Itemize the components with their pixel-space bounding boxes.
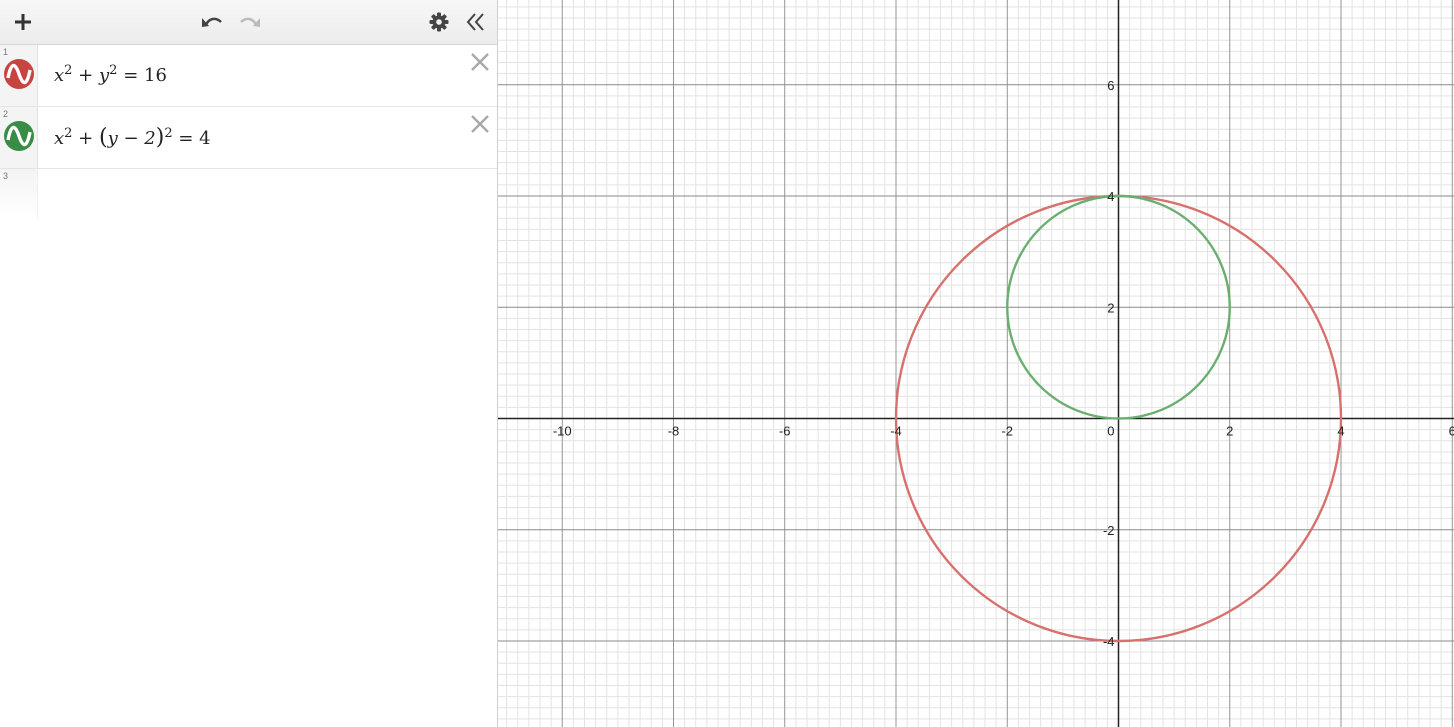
settings-button[interactable] bbox=[426, 0, 452, 44]
close-icon bbox=[471, 115, 489, 133]
graph-color-toggle-icon[interactable] bbox=[4, 121, 34, 151]
y-tick-label: -4 bbox=[1103, 634, 1115, 649]
x-tick-label: -8 bbox=[668, 424, 680, 439]
redo-button[interactable] bbox=[235, 0, 265, 44]
expression-toolbar bbox=[0, 0, 497, 45]
add-item-button[interactable] bbox=[8, 0, 38, 44]
redo-icon bbox=[240, 17, 260, 27]
x-tick-label: -4 bbox=[890, 424, 902, 439]
double-chevron-left-icon bbox=[466, 13, 484, 31]
graph-paper[interactable]: -10 -8 -6 -4 -2 0 2 4 6 6 4 2 -2 -4 bbox=[498, 0, 1454, 727]
x-tick-label: -2 bbox=[1001, 424, 1013, 439]
plus-icon bbox=[15, 14, 31, 30]
expression-list: 1 x2 + y2 = 16 2 x2 + (y − 2)2 = 4 3 bbox=[0, 45, 497, 219]
row-gutter: 2 bbox=[0, 107, 38, 168]
graph-color-toggle-icon[interactable] bbox=[4, 59, 34, 89]
axes bbox=[498, 0, 1454, 727]
y-tick-label: 4 bbox=[1107, 189, 1114, 204]
expression-row-2[interactable]: 2 x2 + (y − 2)2 = 4 bbox=[0, 107, 497, 169]
major-gridlines bbox=[498, 0, 1454, 727]
x-tick-label: -6 bbox=[779, 424, 791, 439]
collapse-list-button[interactable] bbox=[462, 0, 490, 44]
x-tick-label: -10 bbox=[553, 424, 572, 439]
undo-icon bbox=[202, 17, 222, 27]
expression-input[interactable]: x2 + y2 = 16 bbox=[54, 63, 167, 86]
row-index: 2 bbox=[3, 109, 9, 119]
x-tick-label: 0 bbox=[1107, 424, 1114, 439]
y-tick-label: -2 bbox=[1103, 523, 1115, 538]
expression-row-1[interactable]: 1 x2 + y2 = 16 bbox=[0, 45, 497, 107]
row-gutter: 1 bbox=[0, 45, 38, 106]
row-index: 3 bbox=[3, 171, 9, 181]
expression-input[interactable]: x2 + (y − 2)2 = 4 bbox=[54, 125, 211, 150]
minor-gridlines bbox=[498, 0, 1454, 727]
y-tick-label: 2 bbox=[1107, 300, 1114, 315]
expression-row-3[interactable]: 3 bbox=[0, 169, 497, 219]
x-tick-label: 2 bbox=[1226, 424, 1233, 439]
delete-expression-button[interactable] bbox=[469, 51, 491, 73]
delete-expression-button[interactable] bbox=[469, 113, 491, 135]
x-tick-label: 4 bbox=[1337, 424, 1344, 439]
x-tick-label: 6 bbox=[1449, 424, 1454, 439]
gear-icon bbox=[429, 12, 449, 32]
y-tick-label: 6 bbox=[1107, 78, 1114, 93]
undo-button[interactable] bbox=[197, 0, 227, 44]
row-gutter: 3 bbox=[0, 169, 38, 219]
expression-sidebar: 1 x2 + y2 = 16 2 x2 + (y − 2)2 = 4 3 bbox=[0, 0, 498, 727]
row-index: 1 bbox=[3, 47, 9, 57]
close-icon bbox=[471, 53, 489, 71]
